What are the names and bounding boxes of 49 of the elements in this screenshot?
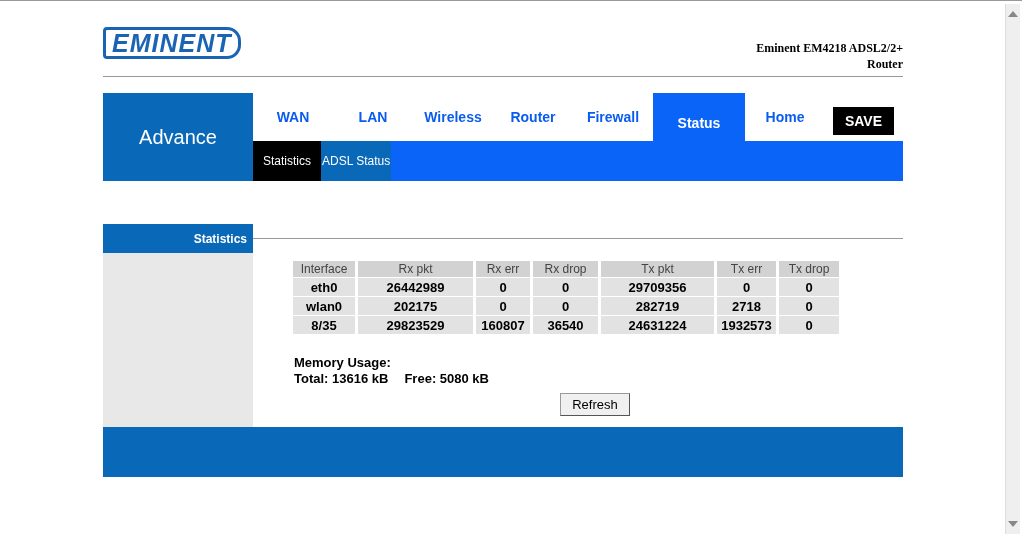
nav-tab[interactable]: Router [493,93,573,141]
panel-title: Statistics [103,224,253,253]
memory-free: Free: 5080 kB [404,371,489,387]
nav-tab[interactable]: Wireless [413,93,493,141]
nav-tab[interactable]: WAN [253,93,333,141]
table-cell: 2718 [717,297,776,315]
table-cell: 24631224 [601,316,714,334]
table-cell: 282719 [601,297,714,315]
table-cell: 1932573 [717,316,776,334]
table-cell: 0 [476,278,530,296]
refresh-button[interactable]: Refresh [560,393,630,416]
scrollbar[interactable] [1005,4,1020,534]
table-cell: 202175 [358,297,473,315]
sub-tab[interactable]: Statistics [253,141,321,181]
table-cell: 8/35 [293,316,355,334]
logo: EMINENT [103,27,241,59]
column-header: Tx pkt [601,261,714,277]
table-cell: 160807 [476,316,530,334]
memory-total: Total: 13616 kB [294,371,389,387]
nav-tab[interactable]: LAN [333,93,413,141]
column-header: Rx drop [533,261,598,277]
column-header: Rx pkt [358,261,473,277]
sub-tab[interactable]: ADSL Status [321,141,392,181]
memory-heading: Memory Usage: [294,355,392,371]
table-cell: 0 [533,297,598,315]
column-header: Tx drop [779,261,839,277]
table-cell: 0 [779,297,839,315]
table-cell: 29823529 [358,316,473,334]
scroll-down-icon[interactable] [1008,521,1018,527]
section-title: Advance [103,93,253,181]
save-button[interactable]: SAVE [833,107,894,135]
table-cell: 26442989 [358,278,473,296]
table-cell: 0 [779,278,839,296]
nav-tab[interactable]: Home [745,93,825,141]
table-cell: 36540 [533,316,598,334]
product-title: Eminent EM4218 ADSL2/2+ Router [755,40,903,72]
table-cell: 29709356 [601,278,714,296]
table-cell: eth0 [293,278,355,296]
column-header: Interface [293,261,355,277]
column-header: Tx err [717,261,776,277]
table-cell: 0 [533,278,598,296]
table-cell: 0 [779,316,839,334]
scroll-up-icon[interactable] [1008,11,1018,17]
table-cell: 0 [476,297,530,315]
column-header: Rx err [476,261,530,277]
table-cell: 0 [717,278,776,296]
table-cell: wlan0 [293,297,355,315]
nav-tab[interactable]: Status [653,93,745,141]
nav-tab[interactable]: Firewall [573,93,653,141]
